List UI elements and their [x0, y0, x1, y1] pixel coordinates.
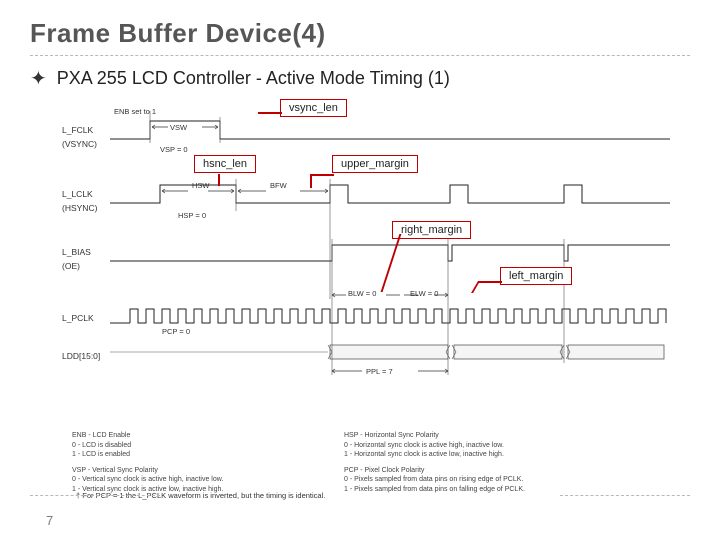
fn-vsp-h: VSP - Vertical Sync Polarity — [72, 466, 324, 475]
fn-hsp-1: 1 - Horizontal sync clock is active low,… — [344, 450, 680, 459]
callout-upper-margin: upper_margin — [332, 155, 418, 173]
callout-line — [258, 112, 282, 114]
fn-vsp-0: 0 - Vertical sync clock is active high, … — [72, 475, 324, 484]
callout-line — [310, 174, 334, 176]
fn-enb-1: 1 - LCD is enabled — [72, 450, 324, 459]
timing-diagram: L_FCLK (VSYNC) L_LCLK (HSYNC) L_BIAS (OE… — [70, 99, 670, 449]
callout-right-margin: right_margin — [392, 221, 471, 239]
callout-left-margin: left_margin — [500, 267, 572, 285]
callout-line — [218, 174, 220, 186]
callout-line — [478, 281, 502, 283]
footer-divider-left — [30, 495, 160, 496]
callout-line — [310, 174, 312, 188]
title-divider — [30, 55, 690, 56]
fn-enb-h: ENB - LCD Enable — [72, 431, 324, 440]
callout-hsnc-len: hsnc_len — [194, 155, 256, 173]
subtitle: PXA 255 LCD Controller - Active Mode Tim… — [57, 68, 450, 89]
fn-enb-0: 0 - LCD is disabled — [72, 441, 324, 450]
bullet-icon: ✦ — [30, 66, 47, 91]
callout-vsync-len: vsync_len — [280, 99, 347, 117]
subtitle-row: ✦ PXA 255 LCD Controller - Active Mode T… — [30, 66, 690, 91]
page-title: Frame Buffer Device(4) — [30, 18, 690, 49]
fn-hsp-h: HSP - Horizontal Sync Polarity — [344, 431, 680, 440]
fn-hsp-0: 0 - Horizontal sync clock is active high… — [344, 441, 680, 450]
fn-pcp-0: 0 - Pixels sampled from data pins on ris… — [344, 475, 680, 484]
page-number: 7 — [46, 513, 53, 528]
fn-pcp-h: PCP - Pixel Clock Polarity — [344, 466, 680, 475]
fn-pcp-1: 1 - Pixels sampled from data pins on fal… — [344, 485, 680, 494]
footer-divider-right — [560, 495, 690, 496]
footnotes: ENB - LCD Enable 0 - LCD is disabled 1 -… — [72, 431, 680, 494]
